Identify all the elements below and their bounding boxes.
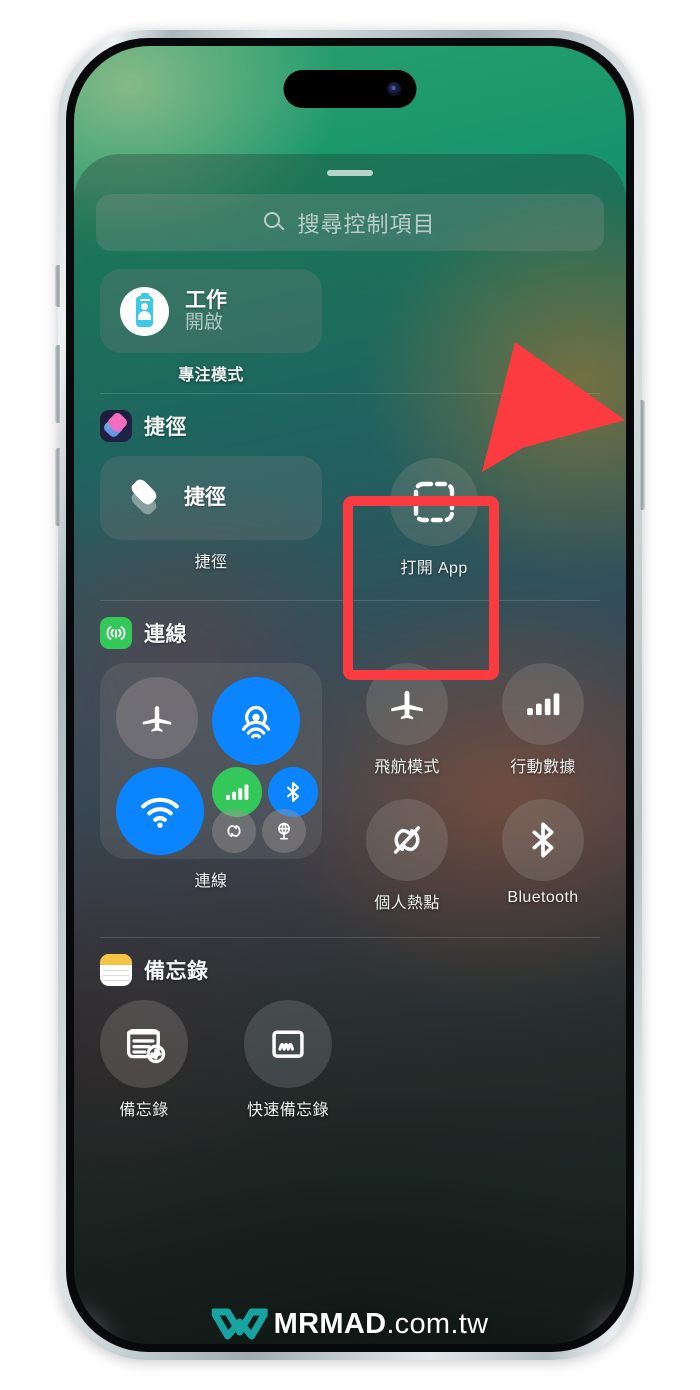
search-placeholder: 搜尋控制項目 — [297, 211, 436, 237]
pointer-arrow-icon — [482, 342, 625, 472]
control-connectivity-module[interactable]: 連線 — [100, 663, 322, 891]
focus-control-label: 專注模式 — [178, 367, 244, 384]
control-personal-hotspot[interactable]: 個人熱點 — [366, 799, 448, 913]
vpn-globe-icon — [278, 822, 290, 840]
mrmad-logo-icon — [211, 1308, 268, 1340]
toggle-airplane-mode[interactable] — [116, 677, 198, 759]
search-input[interactable]: 搜尋控制項目 — [96, 194, 604, 251]
airplane-mode-label: 飛航模式 — [374, 759, 440, 776]
quick-note-icon — [272, 1030, 304, 1058]
bluetooth-button[interactable] — [502, 799, 584, 881]
personal-hotspot-label: 個人熱點 — [374, 895, 440, 912]
mute-switch-button[interactable] — [55, 265, 60, 307]
control-airplane-mode[interactable]: 飛航模式 — [366, 663, 448, 777]
control-focus-mode[interactable]: 工作 開啟 專注模式 — [100, 269, 322, 385]
open-app-dashed-square-icon — [413, 481, 455, 523]
dynamic-island — [283, 70, 417, 108]
focus-tile-title: 工作 — [185, 288, 227, 312]
new-note-label: 備忘錄 — [119, 1102, 169, 1119]
quick-note-button[interactable] — [244, 1000, 332, 1088]
new-note-button[interactable] — [100, 1000, 188, 1088]
hotspot-slash-icon — [393, 826, 421, 854]
new-note-icon — [127, 1028, 166, 1064]
airplane-mode-button[interactable] — [366, 663, 448, 745]
toggle-vpn[interactable] — [262, 809, 306, 853]
cellular-data-button[interactable] — [502, 663, 584, 745]
focus-tile-subtitle: 開啟 — [185, 312, 224, 334]
watermark-domain: .com.tw — [386, 1307, 489, 1340]
notes-section-title: 備忘錄 — [144, 960, 209, 983]
open-app-label: 打開 App — [400, 560, 468, 577]
shortcuts-app-icon — [100, 410, 132, 442]
shortcuts-control-label: 捷徑 — [194, 554, 228, 571]
hotspot-icon — [227, 825, 241, 837]
volume-down-button[interactable] — [55, 448, 60, 526]
control-bluetooth[interactable]: Bluetooth — [502, 799, 584, 913]
control-cellular-data[interactable]: 行動數據 — [502, 663, 584, 777]
front-camera-icon — [387, 82, 402, 96]
quick-note-label: 快速備忘錄 — [246, 1102, 329, 1119]
bluetooth-icon — [286, 781, 300, 803]
layers-icon — [120, 477, 168, 518]
airplane-icon — [142, 706, 172, 732]
cellular-data-label: 行動數據 — [510, 759, 576, 776]
shortcuts-tile[interactable]: 捷徑 — [100, 456, 322, 540]
airplane-icon — [391, 690, 423, 720]
wifi-icon — [141, 797, 179, 828]
connectivity-antenna-icon — [100, 617, 132, 649]
power-button[interactable] — [640, 400, 645, 510]
watermark: MRMAD.com.tw — [211, 1302, 489, 1346]
shortcuts-section-title: 捷徑 — [144, 416, 187, 439]
signal-bars-icon — [225, 784, 249, 800]
phone-screen: 搜尋控制項目 工作 開啟 專注模式 捷徑 捷徑 捷徑 打開 App 連線 連線 … — [74, 46, 626, 1344]
connectivity-module-label: 連線 — [194, 873, 228, 890]
screenshot-canvas: 搜尋控制項目 工作 開啟 專注模式 捷徑 捷徑 捷徑 打開 App 連線 連線 … — [0, 0, 700, 1390]
toggle-wifi[interactable] — [116, 767, 204, 855]
toggle-personal-hotspot[interactable] — [212, 809, 256, 853]
bluetooth-icon — [532, 822, 554, 858]
panel-grabber-handle[interactable] — [327, 170, 373, 176]
notes-app-icon — [100, 954, 132, 986]
watermark-brand: MRMAD — [273, 1307, 387, 1340]
connectivity-section-title: 連線 — [144, 623, 187, 646]
watermark-text: MRMAD.com.tw — [274, 1308, 489, 1341]
toggle-airdrop[interactable] — [212, 677, 300, 765]
search-icon — [264, 211, 286, 234]
section-connectivity: 連線 連線 飛航模式 行動數據 個人熱點 Bluetooth — [96, 601, 604, 921]
connectivity-buttons-grid: 飛航模式 行動數據 個人熱點 Bluetooth — [366, 663, 584, 913]
control-quick-note[interactable]: 快速備忘錄 — [244, 1000, 332, 1120]
connectivity-section-header: 連線 — [100, 617, 600, 649]
signal-bars-icon — [527, 693, 560, 716]
personal-hotspot-button[interactable] — [366, 799, 448, 881]
control-new-note[interactable]: 備忘錄 — [100, 1000, 188, 1120]
bluetooth-label: Bluetooth — [507, 889, 579, 906]
focus-tile[interactable]: 工作 開啟 — [100, 269, 322, 353]
shortcuts-tile-title: 捷徑 — [184, 486, 226, 510]
section-notes: 備忘錄 備忘錄 快速備忘錄 — [96, 938, 604, 1128]
focus-work-icon — [120, 286, 169, 336]
airdrop-icon — [241, 705, 271, 739]
notes-section-header: 備忘錄 — [100, 954, 600, 986]
control-shortcuts[interactable]: 捷徑 捷徑 — [100, 456, 322, 572]
connectivity-module[interactable] — [100, 663, 322, 859]
volume-up-button[interactable] — [55, 345, 60, 423]
